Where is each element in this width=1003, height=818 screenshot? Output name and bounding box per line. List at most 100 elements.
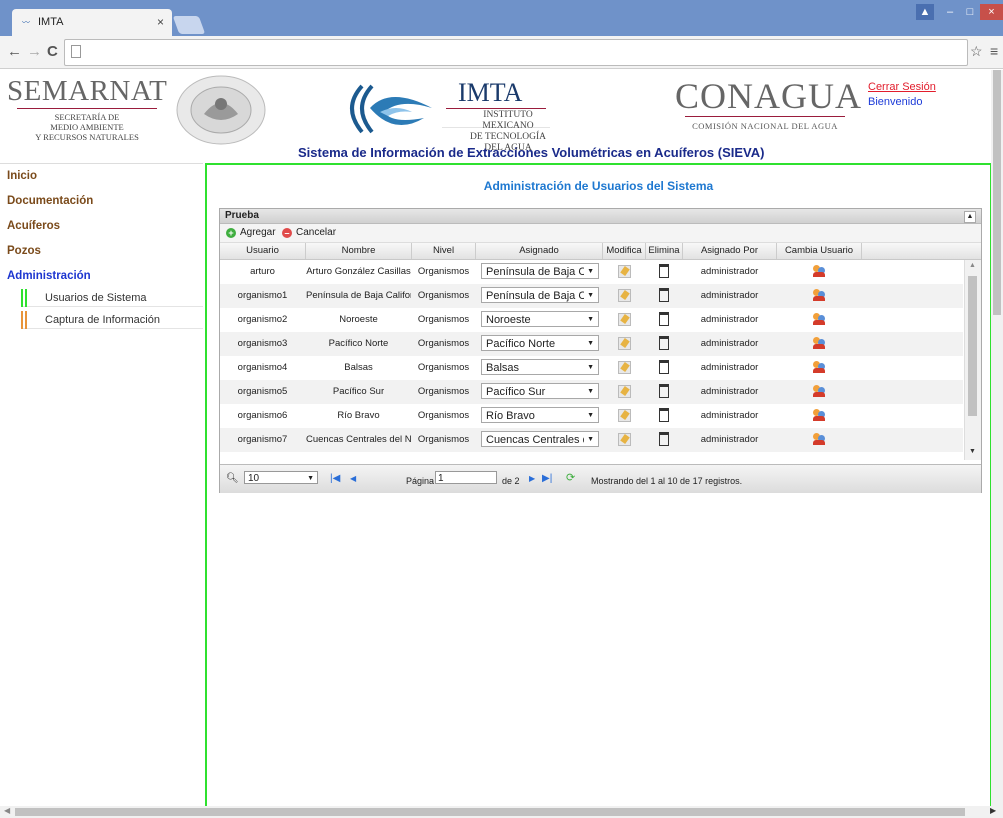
- asignado-select[interactable]: Cuencas Centrales del Norte▼: [481, 431, 599, 447]
- sidebar-item-acuiferos[interactable]: Acuíferos: [7, 220, 60, 232]
- new-tab-button[interactable]: [172, 16, 206, 34]
- trash-icon[interactable]: [659, 408, 669, 423]
- menu-icon[interactable]: ≡: [990, 43, 998, 59]
- scroll-thumb[interactable]: [968, 276, 977, 416]
- switch-user-icon[interactable]: [812, 337, 826, 350]
- asignado-value: Río Bravo: [486, 410, 535, 422]
- trash-icon[interactable]: [659, 360, 669, 375]
- cell-cambia-usuario: [777, 404, 861, 428]
- grid-caption-text: Prueba: [225, 210, 259, 221]
- logout-link[interactable]: Cerrar Sesión: [868, 81, 936, 93]
- asignado-select[interactable]: Balsas ▼: [481, 359, 599, 375]
- close-tab-icon[interactable]: ×: [157, 15, 164, 29]
- user-icon[interactable]: ▲: [916, 4, 934, 20]
- search-icon[interactable]: 🔍︎: [226, 473, 239, 484]
- minimize-button[interactable]: –: [940, 4, 960, 20]
- asignado-select[interactable]: Pacífico Sur ▼: [481, 383, 599, 399]
- reload-icon[interactable]: C: [47, 43, 58, 60]
- address-bar[interactable]: [64, 39, 968, 66]
- next-page-icon[interactable]: ▶: [529, 474, 535, 483]
- cell-usuario: organismo6: [237, 410, 288, 421]
- sidebar-item-inicio[interactable]: Inicio: [7, 170, 37, 182]
- edit-icon[interactable]: [617, 360, 631, 374]
- scroll-down-icon[interactable]: ▼: [969, 448, 976, 455]
- scroll-thumb[interactable]: [993, 70, 1001, 315]
- table-row[interactable]: organismo6 Río Bravo Organismos Río Bravo ▼ a…: [220, 404, 963, 428]
- collapse-icon[interactable]: ▲: [964, 211, 976, 223]
- refresh-icon[interactable]: ⟳: [566, 471, 575, 484]
- back-icon[interactable]: ←: [7, 43, 22, 60]
- page-vertical-scrollbar[interactable]: [991, 70, 1003, 806]
- trash-icon[interactable]: [659, 336, 669, 351]
- sidebar-item-documentacion[interactable]: Documentación: [7, 195, 93, 207]
- edit-icon[interactable]: [617, 408, 631, 422]
- cell-cambia-usuario: [777, 332, 861, 356]
- star-icon[interactable]: ☆: [970, 43, 983, 60]
- table-row[interactable]: organismo2 Noroeste Organismos Noroeste ▼ adm…: [220, 308, 963, 332]
- asignado-select[interactable]: Noroeste ▼: [481, 311, 599, 327]
- table-row[interactable]: organismo7 Cuencas Centrales del Norte Org…: [220, 428, 963, 452]
- column-header[interactable]: Usuario: [220, 243, 306, 259]
- asignado-select[interactable]: Península de Baja California▼: [481, 263, 599, 279]
- switch-user-icon[interactable]: [812, 265, 826, 278]
- cell-cambia-usuario: [777, 284, 861, 308]
- switch-user-icon[interactable]: [812, 433, 826, 446]
- edit-icon[interactable]: [617, 312, 631, 326]
- maximize-button[interactable]: □: [960, 4, 980, 20]
- table-row[interactable]: organismo5 Pacífico Sur Organismos Pacífico…: [220, 380, 963, 404]
- asignado-select[interactable]: Río Bravo ▼: [481, 407, 599, 423]
- browser-tab[interactable]: 〰 IMTA ×: [12, 9, 172, 36]
- scroll-right-icon[interactable]: ▶: [990, 806, 996, 815]
- column-header[interactable]: Asignado: [476, 243, 603, 259]
- switch-user-icon[interactable]: [812, 289, 826, 302]
- edit-icon[interactable]: [617, 288, 631, 302]
- add-button[interactable]: + Agregar: [226, 227, 276, 238]
- edit-icon[interactable]: [617, 264, 631, 278]
- scroll-thumb[interactable]: [15, 808, 965, 816]
- scroll-left-icon[interactable]: ◀: [4, 806, 10, 815]
- switch-user-icon[interactable]: [812, 385, 826, 398]
- column-header[interactable]: Modifica: [603, 243, 646, 259]
- first-page-icon[interactable]: |◀: [330, 473, 340, 484]
- sidebar-item-pozos[interactable]: Pozos: [7, 245, 41, 257]
- trash-icon[interactable]: [659, 432, 669, 447]
- sidebar-subitem-usuarios[interactable]: Usuarios de Sistema: [21, 289, 203, 307]
- cell-elimina: [646, 332, 682, 356]
- switch-user-icon[interactable]: [812, 409, 826, 422]
- column-header[interactable]: Asignado Por: [683, 243, 777, 259]
- cancel-button[interactable]: – Cancelar: [282, 227, 336, 238]
- edit-icon[interactable]: [617, 432, 631, 446]
- forward-icon[interactable]: →: [27, 43, 42, 60]
- page-input[interactable]: 1: [435, 471, 497, 484]
- close-window-button[interactable]: ×: [980, 4, 1003, 20]
- trash-icon[interactable]: [659, 312, 669, 327]
- asignado-select[interactable]: Península de Baja California▼: [481, 287, 599, 303]
- sidebar-subitem-captura[interactable]: Captura de Información: [21, 311, 203, 329]
- semarnat-logo: SEMARNAT SECRETARÍA DE MEDIO AMBIENTE Y …: [7, 76, 167, 154]
- switch-user-icon[interactable]: [812, 313, 826, 326]
- asignado-select[interactable]: Pacífico Norte ▼: [481, 335, 599, 351]
- edit-icon[interactable]: [617, 336, 631, 350]
- column-header[interactable]: Nombre: [306, 243, 412, 259]
- table-row[interactable]: arturo Arturo González Casillas Organismos…: [220, 260, 963, 284]
- page-horizontal-scrollbar[interactable]: ◀ ▶: [0, 806, 1003, 818]
- column-header[interactable]: Nivel: [412, 243, 476, 259]
- table-row[interactable]: organismo4 Balsas Organismos Balsas ▼ adminis…: [220, 356, 963, 380]
- switch-user-icon[interactable]: [812, 361, 826, 374]
- accent-bar: [25, 311, 27, 329]
- column-header[interactable]: Cambia Usuario: [777, 243, 862, 259]
- cell-nombre: Noroeste: [339, 314, 378, 325]
- sidebar-item-administracion[interactable]: Administración: [7, 270, 91, 282]
- edit-icon[interactable]: [617, 384, 631, 398]
- trash-icon[interactable]: [659, 288, 669, 303]
- last-page-icon[interactable]: ▶|: [542, 473, 552, 484]
- scroll-up-icon[interactable]: ▲: [969, 262, 976, 269]
- trash-icon[interactable]: [659, 264, 669, 279]
- column-header[interactable]: Elimina: [646, 243, 683, 259]
- table-row[interactable]: organismo3 Pacífico Norte Organismos Pacífi…: [220, 332, 963, 356]
- table-row[interactable]: organismo1 Península de Baja California Or…: [220, 284, 963, 308]
- trash-icon[interactable]: [659, 384, 669, 399]
- prev-page-icon[interactable]: ◀: [350, 474, 356, 483]
- page-size-select[interactable]: 10 ▼: [244, 471, 318, 484]
- grid-scrollbar[interactable]: ▲ ▼: [964, 260, 981, 460]
